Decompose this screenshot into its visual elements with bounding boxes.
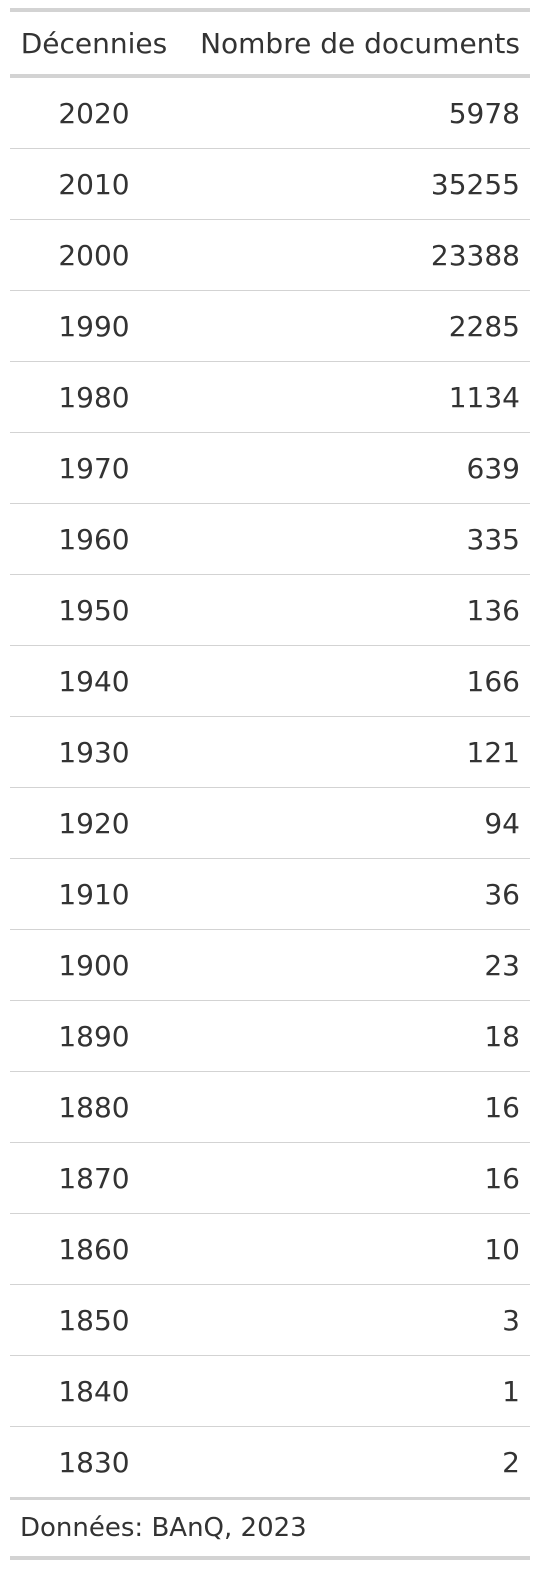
table-row: 1980 1134 [10, 361, 530, 433]
decade-cell: 1980 [10, 361, 178, 433]
decade-cell: 1920 [10, 787, 178, 859]
table-row: 1900 23 [10, 929, 530, 1001]
table-row: 2020 5978 [10, 76, 530, 149]
document-count-cell: 36 [178, 858, 530, 930]
table-body: 2020 5978 2010 35255 2000 23388 1990 2285 19… [10, 76, 530, 1499]
document-count-cell: 18 [178, 1000, 530, 1072]
decade-cell: 1900 [10, 929, 178, 1001]
document-count-cell: 16 [178, 1142, 530, 1214]
table-row: 1970 639 [10, 432, 530, 504]
document-count-cell: 16 [178, 1071, 530, 1143]
document-count-cell: 94 [178, 787, 530, 859]
table-row: 1930 121 [10, 716, 530, 788]
document-count-cell: 1134 [178, 361, 530, 433]
document-count-cell: 639 [178, 432, 530, 504]
decade-cell: 1880 [10, 1071, 178, 1143]
table-row: 1960 335 [10, 503, 530, 575]
document-count-cell: 2285 [178, 290, 530, 362]
decade-cell: 2020 [58, 96, 130, 130]
document-count-cell: 23388 [178, 219, 530, 291]
table-row: 1830 2 [10, 1426, 530, 1499]
column-header-document-count: Nombre de documents [178, 10, 530, 78]
decade-cell: 1910 [10, 858, 178, 930]
table-row: 1870 16 [10, 1142, 530, 1214]
decade-cell: 1890 [10, 1000, 178, 1072]
table-row: 1920 94 [10, 787, 530, 859]
document-count-cell: 35255 [178, 148, 530, 220]
table-row: 1850 3 [10, 1284, 530, 1356]
table-row: 1950 136 [10, 574, 530, 646]
column-header-decades: Décennies [10, 10, 178, 78]
document-count-cell: 335 [178, 503, 530, 575]
decade-cell: 2010 [10, 148, 178, 220]
decade-cell: 1830 [10, 1426, 178, 1499]
decade-cell: 1850 [10, 1284, 178, 1356]
decade-cell: 1930 [10, 716, 178, 788]
table-row: 1940 166 [10, 645, 530, 717]
table-header: Décennies Nombre de documents [10, 10, 530, 78]
decades-table: Décennies Nombre de documents 2020 5978 2… [10, 8, 530, 1560]
decade-cell: 1990 [10, 290, 178, 362]
decade-cell: 2000 [10, 219, 178, 291]
document-count-cell: 136 [178, 574, 530, 646]
footer-row: Données: BAnQ, 2023 [10, 1497, 530, 1558]
table-row: 1880 16 [10, 1071, 530, 1143]
table-row: 1860 10 [10, 1213, 530, 1285]
document-count-cell: 2 [178, 1426, 530, 1499]
document-count-cell: 5978 [448, 96, 520, 130]
document-count-cell: 10 [178, 1213, 530, 1285]
decade-cell: 1940 [10, 645, 178, 717]
document-count-cell: 166 [178, 645, 530, 717]
decade-cell: 1950 [10, 574, 178, 646]
decade-cell: 1860 [10, 1213, 178, 1285]
table-row: 1990 2285 [10, 290, 530, 362]
decade-cell: 1970 [10, 432, 178, 504]
table-row: 1910 36 [10, 858, 530, 930]
document-count-cell: 3 [178, 1284, 530, 1356]
source-note: Données: BAnQ, 2023 [10, 1497, 530, 1558]
document-count-cell: 1 [178, 1355, 530, 1427]
decade-cell: 1960 [10, 503, 178, 575]
header-row: Décennies Nombre de documents [10, 10, 530, 78]
document-count-cell: 121 [178, 716, 530, 788]
table-footer: Données: BAnQ, 2023 [10, 1497, 530, 1558]
document-count-cell: 23 [178, 929, 530, 1001]
decade-cell: 1870 [10, 1142, 178, 1214]
table-row: 1840 1 [10, 1355, 530, 1427]
data-table-container: Décennies Nombre de documents 2020 5978 2… [10, 8, 530, 1560]
decade-cell: 1840 [10, 1355, 178, 1427]
table-row: 2000 23388 [10, 219, 530, 291]
table-row: 1890 18 [10, 1000, 530, 1072]
table-row: 2010 35255 [10, 148, 530, 220]
